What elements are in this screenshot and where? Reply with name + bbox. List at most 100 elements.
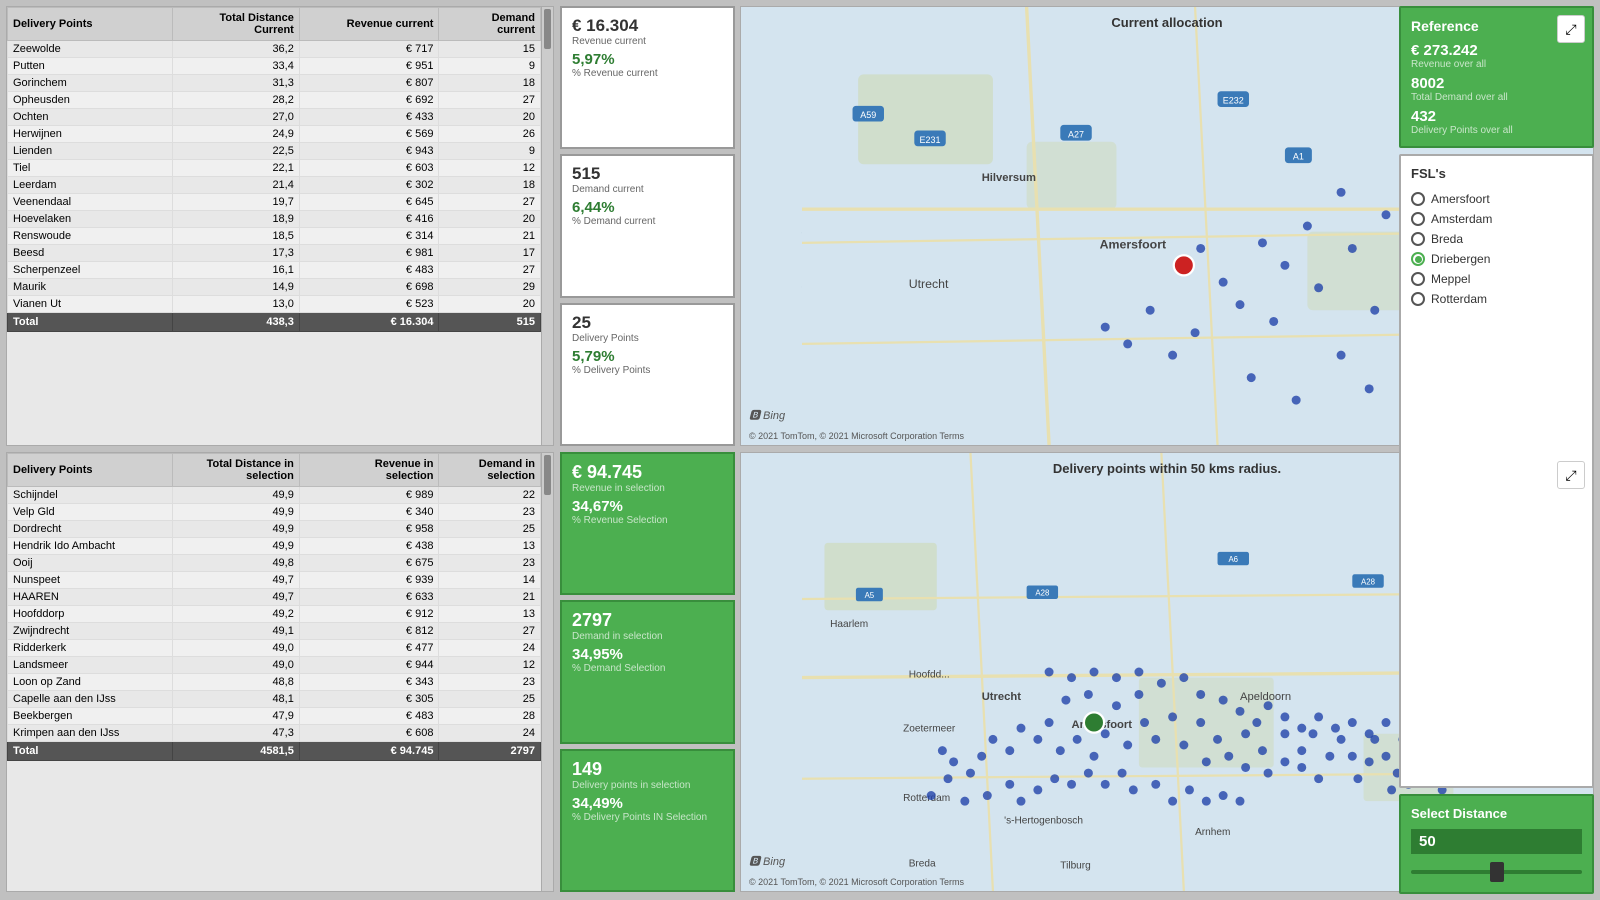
radio-button[interactable]: [1411, 192, 1425, 206]
table-row: Hendrik Ido Ambacht49,9€ 43813: [8, 538, 541, 555]
slider-track: [1411, 870, 1582, 874]
bottom-delivery-table: Delivery Points Total Distance inselecti…: [7, 453, 541, 761]
del-sel-pct-label: % Delivery Points IN Selection: [572, 812, 723, 823]
bottom-stats-panel: € 94.745 Revenue in selection 34,67% % R…: [560, 452, 735, 892]
top-table-section: Delivery Points Total DistanceCurrent Re…: [6, 6, 554, 446]
table-row: Landsmeer49,0€ 94412: [8, 657, 541, 674]
svg-text:Haarlem: Haarlem: [830, 619, 868, 630]
dem-sel-value: 2797: [572, 610, 723, 631]
radio-button[interactable]: [1411, 292, 1425, 306]
table-row: Opheusden28,2€ 69227: [8, 92, 541, 109]
delivery-value: 25: [572, 313, 723, 333]
table-row: Beesd17,3€ 98117: [8, 245, 541, 262]
table-row: Lienden22,5€ 9439: [8, 143, 541, 160]
table-row: Gorinchem31,3€ 80718: [8, 75, 541, 92]
fsl-item-label: Meppel: [1431, 272, 1470, 286]
select-distance-card: Select Distance 50: [1399, 794, 1594, 894]
fsl-item[interactable]: Meppel: [1411, 269, 1582, 289]
table-row: Schijndel49,9€ 98922: [8, 487, 541, 504]
top-map-expand-button[interactable]: ⤢: [1557, 15, 1585, 43]
svg-text:Utrecht: Utrecht: [982, 691, 1022, 703]
table-row: Krimpen aan den IJss47,3€ 60824: [8, 725, 541, 742]
ref-revenue-value: € 273.242: [1411, 42, 1582, 59]
table-row: Ooij49,8€ 67523: [8, 555, 541, 572]
fsl-item[interactable]: Amersfoort: [1411, 189, 1582, 209]
ref-demand-value: 8002: [1411, 75, 1582, 92]
col-total-distance-selection: Total Distance inselection: [172, 454, 299, 487]
top-delivery-table: Delivery Points Total DistanceCurrent Re…: [7, 7, 541, 332]
table-row: Maurik14,9€ 69829: [8, 279, 541, 296]
bottom-map-bing: 🅱 Bing: [749, 853, 785, 869]
delivery-label: Delivery Points: [572, 333, 723, 344]
del-sel-pct: 34,49%: [572, 795, 723, 812]
col-revenue-current: Revenue current: [299, 8, 439, 41]
table-row: Nunspeet49,7€ 93914: [8, 572, 541, 589]
svg-text:A59: A59: [860, 110, 876, 120]
svg-text:Arnhem: Arnhem: [1195, 827, 1230, 838]
col-demand-selection: Demand inselection: [439, 454, 541, 487]
rev-selection-stat-card: € 94.745 Revenue in selection 34,67% % R…: [560, 452, 735, 595]
fsl-item-label: Amsterdam: [1431, 212, 1492, 226]
rev-sel-label: Revenue in selection: [572, 483, 723, 494]
revenue-pct-label: % Revenue current: [572, 68, 723, 79]
rev-sel-value: € 94.745: [572, 462, 723, 483]
svg-text:Breda: Breda: [909, 858, 936, 869]
table-row: Ochten27,0€ 43320: [8, 109, 541, 126]
table-row: Hoofddorp49,2€ 91213: [8, 606, 541, 623]
table-row: Scherpenzeel16,1€ 48327: [8, 262, 541, 279]
svg-text:Rotterdam: Rotterdam: [903, 793, 950, 804]
revenue-value: € 16.304: [572, 16, 723, 36]
table-row: Vianen Ut13,0€ 52320: [8, 296, 541, 313]
right-sidebar: Reference € 273.242 Revenue over all 800…: [1399, 6, 1594, 894]
delivery-stat-card: 25 Delivery Points 5,79% % Delivery Poin…: [560, 303, 735, 446]
fsl-item[interactable]: Driebergen: [1411, 249, 1582, 269]
dem-sel-label: Demand in selection: [572, 631, 723, 642]
distance-value: 50: [1419, 833, 1436, 850]
svg-text:A28: A28: [1035, 589, 1050, 598]
rev-sel-pct: 34,67%: [572, 498, 723, 515]
top-map-bing: 🅱 Bing: [749, 407, 785, 423]
slider-thumb[interactable]: [1490, 862, 1504, 882]
delivery-pct: 5,79%: [572, 348, 723, 365]
col-delivery-points-2: Delivery Points: [8, 454, 173, 487]
table-row: Hoevelaken18,9€ 41620: [8, 211, 541, 228]
dem-sel-pct: 34,95%: [572, 646, 723, 663]
fsl-item[interactable]: Rotterdam: [1411, 289, 1582, 309]
top-table-scrollbar[interactable]: [541, 7, 553, 445]
ref-delivery-value: 432: [1411, 108, 1582, 125]
demand-label: Demand current: [572, 184, 723, 195]
demand-pct-label: % Demand current: [572, 216, 723, 227]
table-row: Leerdam21,4€ 30218: [8, 177, 541, 194]
table-row: Veenendaal19,7€ 64527: [8, 194, 541, 211]
radio-button[interactable]: [1411, 272, 1425, 286]
fsl-title: FSL's: [1411, 166, 1582, 181]
table-row: HAAREN49,7€ 63321: [8, 589, 541, 606]
col-demand-current: Demandcurrent: [439, 8, 541, 41]
table-row: Renswoude18,5€ 31421: [8, 228, 541, 245]
top-stats-panel: € 16.304 Revenue current 5,97% % Revenue…: [560, 6, 735, 446]
bottom-map-expand-button[interactable]: ⤢: [1557, 461, 1585, 489]
col-revenue-selection: Revenue inselection: [299, 454, 439, 487]
bottom-map-title: Delivery points within 50 kms radius.: [741, 461, 1593, 476]
dem-sel-pct-label: % Demand Selection: [572, 663, 723, 674]
bottom-table-scrollbar[interactable]: [541, 453, 553, 891]
svg-text:Hilversum: Hilversum: [982, 172, 1036, 184]
table-row: Velp Gld49,9€ 34023: [8, 504, 541, 521]
fsl-item[interactable]: Amsterdam: [1411, 209, 1582, 229]
fsl-item-label: Driebergen: [1431, 252, 1490, 266]
col-total-distance-current: Total DistanceCurrent: [172, 8, 299, 41]
table-row: Putten33,4€ 9519: [8, 58, 541, 75]
radio-button[interactable]: [1411, 212, 1425, 226]
svg-text:Utrecht: Utrecht: [909, 277, 949, 291]
revenue-pct: 5,97%: [572, 51, 723, 68]
table-row: Dordrecht49,9€ 95825: [8, 521, 541, 538]
svg-text:A28: A28: [1361, 577, 1376, 586]
svg-text:Amersfoort: Amersfoort: [1100, 237, 1167, 251]
table-row: Ridderkerk49,0€ 47724: [8, 640, 541, 657]
fsl-item[interactable]: Breda: [1411, 229, 1582, 249]
demand-value: 515: [572, 164, 723, 184]
fsl-item-label: Amersfoort: [1431, 192, 1490, 206]
radio-button[interactable]: [1411, 252, 1425, 266]
svg-text:Tilburg: Tilburg: [1060, 861, 1090, 872]
radio-button[interactable]: [1411, 232, 1425, 246]
